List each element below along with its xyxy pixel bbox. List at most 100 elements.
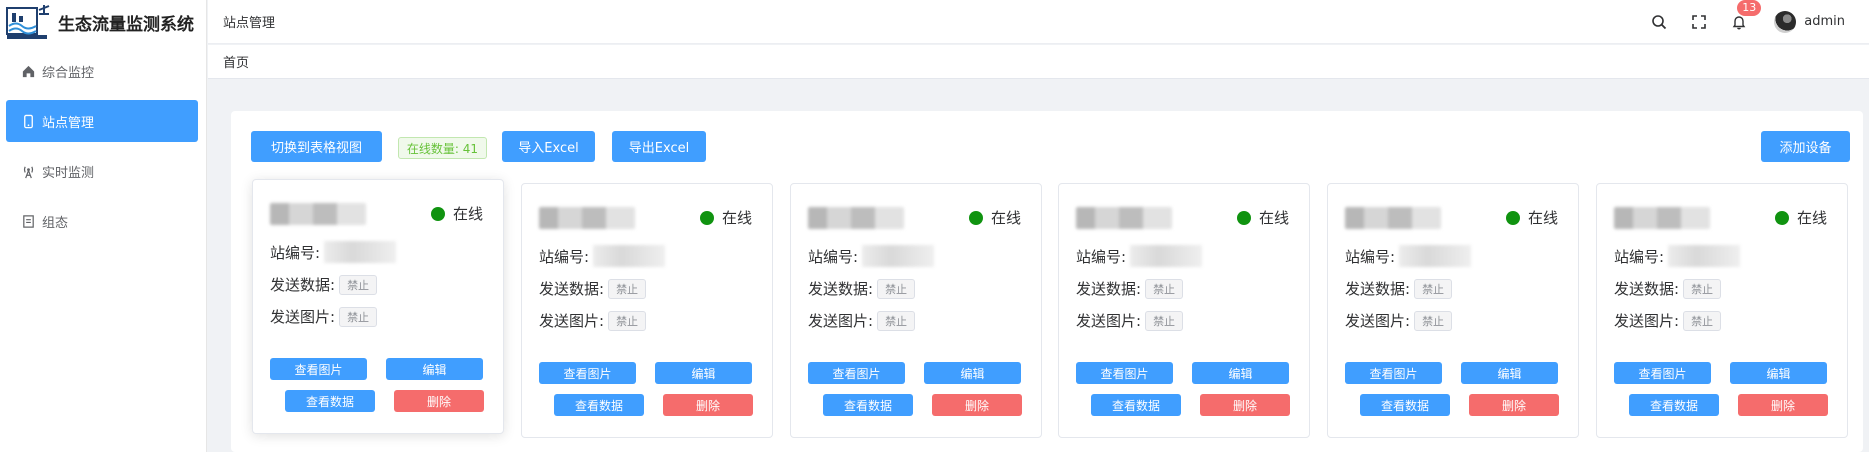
station-card: 在线 站编号: 发送数据: 禁止 发送图片: 禁止 查看图片 编辑 查看数据 删…	[521, 183, 773, 438]
view-picture-button[interactable]: 查看图片	[539, 362, 636, 384]
view-data-button[interactable]: 查看数据	[1360, 394, 1450, 416]
app-root: 生态流量监测系统 综合监控 站点管理 实时监测 组态 站点管理 13 admin…	[0, 0, 1869, 452]
search-icon[interactable]	[1650, 13, 1668, 31]
username[interactable]: admin	[1804, 14, 1845, 29]
station-name-redacted	[1614, 207, 1710, 229]
send-picture-state-tag: 禁止	[608, 310, 647, 331]
send-data-row: 发送数据: 禁止	[1614, 278, 1722, 299]
view-picture-button[interactable]: 查看图片	[1345, 362, 1442, 384]
bell-icon[interactable]: 13	[1730, 0, 1762, 31]
sidebar-item-realtime-monitoring[interactable]: 实时监测	[6, 150, 198, 192]
send-data-label: 发送数据:	[1614, 280, 1680, 298]
send-data-state-tag: 禁止	[1145, 278, 1184, 299]
delete-button[interactable]: 删除	[932, 394, 1022, 416]
send-data-state-tag: 禁止	[608, 278, 647, 299]
send-data-label: 发送数据:	[1345, 280, 1411, 298]
sidebar-item-station-management[interactable]: 站点管理	[6, 100, 198, 142]
sidebar: 生态流量监测系统 综合监控 站点管理 实时监测 组态	[0, 0, 207, 452]
station-id-value-redacted	[1668, 245, 1741, 267]
station-name-redacted	[1345, 207, 1441, 229]
view-data-button[interactable]: 查看数据	[1091, 394, 1181, 416]
view-picture-button[interactable]: 查看图片	[1614, 362, 1711, 384]
send-picture-state-tag: 禁止	[1145, 310, 1184, 331]
send-data-row: 发送数据: 禁止	[1345, 278, 1453, 299]
send-picture-state-tag: 禁止	[339, 306, 378, 327]
edit-button[interactable]: 编辑	[924, 362, 1021, 384]
document-icon	[20, 213, 36, 229]
breadcrumb: 首页	[208, 45, 1869, 79]
send-data-label: 发送数据:	[270, 276, 336, 294]
send-picture-label: 发送图片:	[808, 312, 874, 330]
header-actions: 13 admin	[1628, 0, 1869, 44]
view-data-button[interactable]: 查看数据	[285, 390, 375, 412]
station-id-row: 站编号:	[1345, 245, 1472, 267]
edit-button[interactable]: 编辑	[1192, 362, 1289, 384]
status-text: 在线	[1258, 209, 1289, 227]
online-dot-icon	[699, 210, 714, 225]
send-picture-label: 发送图片:	[539, 312, 605, 330]
edit-button[interactable]: 编辑	[655, 362, 752, 384]
status-text: 在线	[1527, 209, 1558, 227]
export-excel-button[interactable]: 导出Excel	[612, 131, 706, 162]
send-picture-row: 发送图片: 禁止	[1614, 310, 1722, 331]
station-card: 在线 站编号: 发送数据: 禁止 发送图片: 禁止 查看图片 编辑 查看数据 删…	[790, 183, 1042, 438]
view-picture-button[interactable]: 查看图片	[1076, 362, 1173, 384]
station-card: 在线 站编号: 发送数据: 禁止 发送图片: 禁止 查看图片 编辑 查看数据 删…	[1058, 183, 1310, 438]
station-id-value-redacted	[593, 245, 666, 267]
notification-badge: 13	[1737, 0, 1762, 16]
sidebar-item-label: 组态	[42, 215, 69, 231]
sidebar-item-label: 综合监控	[42, 65, 95, 81]
view-picture-button[interactable]: 查看图片	[270, 358, 367, 380]
send-data-row: 发送数据: 禁止	[808, 278, 916, 299]
status-text: 在线	[452, 205, 483, 223]
station-card: 在线 站编号: 发送数据: 禁止 发送图片: 禁止 查看图片 编辑 查看数据 删…	[1596, 183, 1848, 438]
view-data-button[interactable]: 查看数据	[554, 394, 644, 416]
page-title: 站点管理	[223, 16, 276, 31]
delete-button[interactable]: 删除	[1469, 394, 1559, 416]
station-id-label: 站编号:	[1345, 247, 1396, 266]
station-id-value-redacted	[1130, 245, 1203, 267]
send-picture-label: 发送图片:	[1345, 312, 1411, 330]
import-excel-button[interactable]: 导入Excel	[502, 131, 595, 162]
view-data-button[interactable]: 查看数据	[823, 394, 913, 416]
send-data-label: 发送数据:	[539, 280, 605, 298]
breadcrumb-home[interactable]: 首页	[223, 52, 249, 71]
view-data-button[interactable]: 查看数据	[1629, 394, 1719, 416]
delete-button[interactable]: 删除	[1200, 394, 1290, 416]
top-header: 站点管理 13 admin	[208, 0, 1869, 44]
edit-button[interactable]: 编辑	[386, 358, 483, 380]
home-icon	[20, 63, 36, 79]
station-status: 在线	[430, 203, 483, 224]
view-picture-button[interactable]: 查看图片	[808, 362, 905, 384]
avatar[interactable]	[1774, 10, 1797, 33]
add-device-button[interactable]: 添加设备	[1761, 131, 1850, 162]
sidebar-menu: 综合监控 站点管理 实时监测 组态	[0, 50, 206, 242]
edit-button[interactable]: 编辑	[1461, 362, 1558, 384]
sidebar-item-label: 实时监测	[42, 165, 95, 181]
switch-table-view-button[interactable]: 切换到表格视图	[251, 131, 382, 162]
station-card: 在线 站编号: 发送数据: 禁止 发送图片: 禁止 查看图片 编辑 查看数据 删…	[1327, 183, 1579, 438]
fullscreen-icon[interactable]	[1690, 13, 1708, 31]
main-panel: 切换到表格视图 在线数量: 41 导入Excel 导出Excel 添加设备 在线…	[231, 111, 1863, 452]
status-text: 在线	[990, 209, 1021, 227]
station-card: 在线 站编号: 发送数据: 禁止 发送图片: 禁止 查看图片 编辑 查看数据 删…	[252, 179, 504, 434]
delete-button[interactable]: 删除	[394, 390, 484, 412]
send-data-row: 发送数据: 禁止	[539, 278, 647, 299]
status-text: 在线	[721, 209, 752, 227]
sidebar-item-configuration[interactable]: 组态	[6, 200, 198, 242]
station-name-redacted	[270, 203, 366, 225]
send-picture-label: 发送图片:	[1614, 312, 1680, 330]
send-data-state-tag: 禁止	[339, 274, 378, 295]
delete-button[interactable]: 删除	[1738, 394, 1828, 416]
send-picture-label: 发送图片:	[1076, 312, 1142, 330]
send-data-state-tag: 禁止	[877, 278, 916, 299]
mobile-device-icon	[20, 113, 36, 129]
status-text: 在线	[1796, 209, 1827, 227]
online-count-tag: 在线数量: 41	[398, 137, 487, 159]
online-dot-icon	[1505, 210, 1520, 225]
station-id-row: 站编号:	[1076, 245, 1203, 267]
delete-button[interactable]: 删除	[663, 394, 753, 416]
station-name-redacted	[1076, 207, 1172, 229]
edit-button[interactable]: 编辑	[1730, 362, 1827, 384]
sidebar-item-overview[interactable]: 综合监控	[6, 50, 198, 92]
